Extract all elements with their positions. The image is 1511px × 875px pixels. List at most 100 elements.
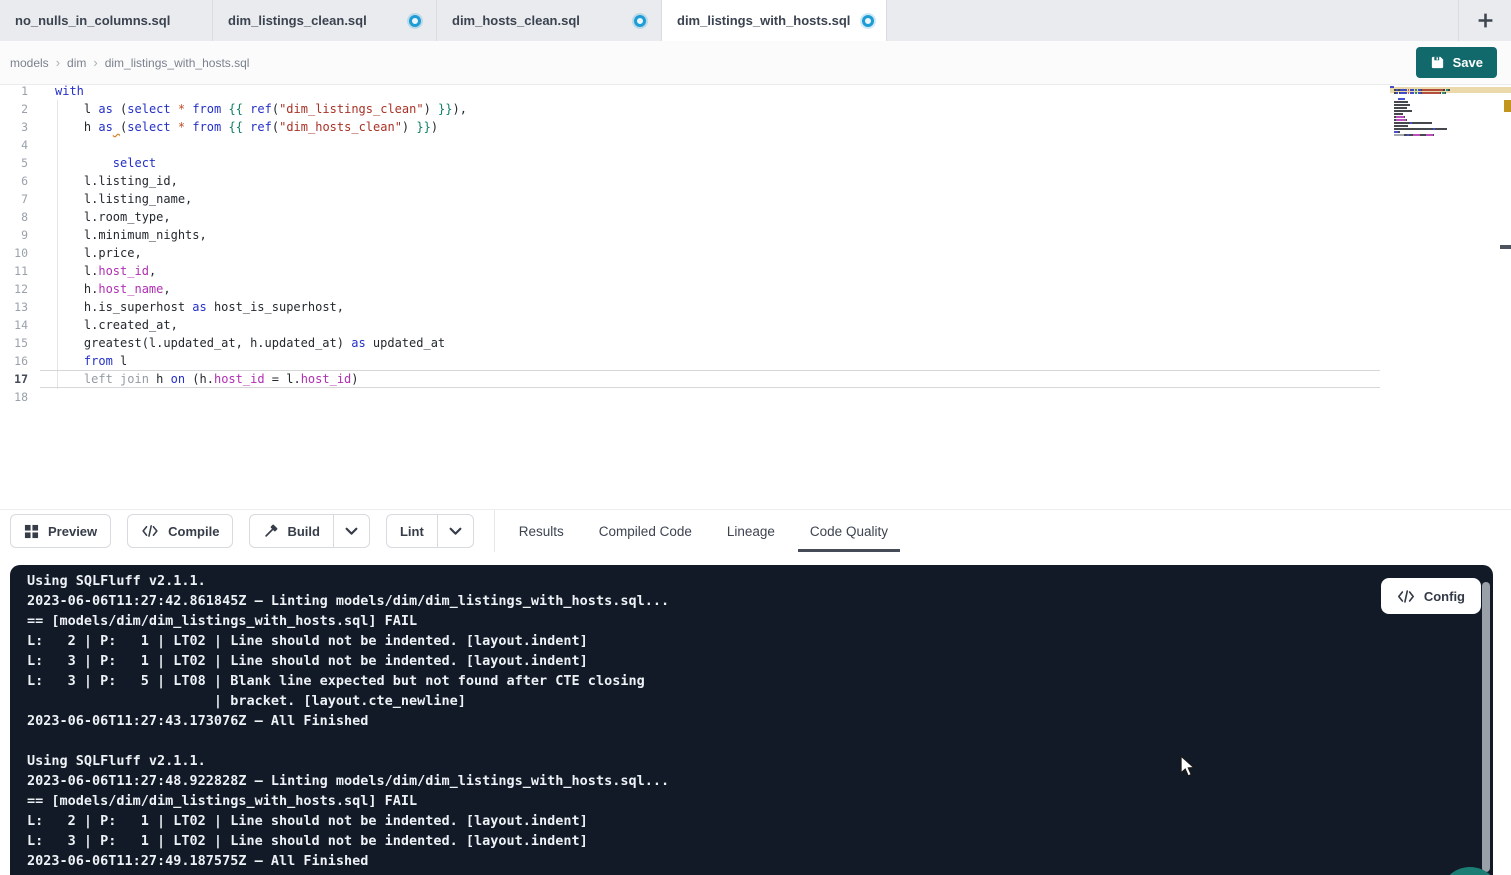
line-number: 9 <box>0 226 28 244</box>
line-number: 8 <box>0 208 28 226</box>
code-icon <box>141 525 159 537</box>
terminal-line: L: 2 | P: 1 | LT02 | Line should not be … <box>27 631 1493 651</box>
breadcrumb: models › dim › dim_listings_with_hosts.sql <box>10 41 249 84</box>
terminal-line: L: 3 | P: 1 | LT02 | Line should not be … <box>27 651 1493 671</box>
code-text <box>28 388 55 406</box>
code-line-6[interactable]: 6 l.listing_id, <box>0 172 1511 190</box>
breadcrumb-separator: › <box>56 55 60 70</box>
code-editor[interactable]: 1with2 l as (select * from {{ ref("dim_l… <box>0 85 1511 509</box>
line-number: 16 <box>0 352 28 370</box>
floppy-disk-icon <box>1430 55 1445 70</box>
panel-tab-label: Lineage <box>727 524 775 539</box>
editor-tab-dim_hosts_clean[interactable]: dim_hosts_clean.sql <box>437 0 662 41</box>
toolbar-button-compile[interactable]: Compile <box>127 514 233 548</box>
breadcrumb-segment[interactable]: dim_listings_with_hosts.sql <box>105 56 250 70</box>
line-number: 3 <box>0 118 28 136</box>
unsaved-changes-icon <box>409 15 421 27</box>
editor-scrollbar-marker <box>1500 245 1511 249</box>
minimap[interactable] <box>1390 85 1496 139</box>
config-button[interactable]: Config <box>1381 578 1481 614</box>
code-line-2[interactable]: 2 l as (select * from {{ ref("dim_listin… <box>0 100 1511 118</box>
line-number: 1 <box>0 82 28 100</box>
bottom-toolbar: Preview Compile Build Lint Results Compiled … <box>0 509 1511 552</box>
code-line-13[interactable]: 13 h.is_superhost as host_is_superhost, <box>0 298 1511 316</box>
button-label: Build <box>287 524 320 539</box>
code-icon <box>1397 590 1415 603</box>
code-text: l.host_id, <box>28 262 156 280</box>
hammer-icon <box>263 524 278 539</box>
line-number: 5 <box>0 154 28 172</box>
line-number: 7 <box>0 190 28 208</box>
editor-tab-dim_listings_clean[interactable]: dim_listings_clean.sql <box>213 0 437 41</box>
panel-tabs: Results Compiled Code Lineage Code Quality <box>517 510 890 552</box>
breadcrumb-segment[interactable]: models <box>10 56 49 70</box>
code-text: l.listing_name, <box>28 190 192 208</box>
build-dropdown-toggle[interactable] <box>333 515 369 547</box>
line-number: 13 <box>0 298 28 316</box>
editor-tab-no_nulls_in_columns[interactable]: no_nulls_in_columns.sql <box>0 0 213 41</box>
code-text: left join h on (h.host_id = l.host_id) <box>28 370 359 388</box>
toolbar-button-lint[interactable]: Lint <box>386 514 474 548</box>
code-line-18[interactable]: 18 <box>0 388 1511 406</box>
terminal-scrollbar[interactable] <box>1482 582 1490 872</box>
toolbar-button-build[interactable]: Build <box>249 514 370 548</box>
code-line-7[interactable]: 7 l.listing_name, <box>0 190 1511 208</box>
code-line-15[interactable]: 15 greatest(l.updated_at, h.updated_at) … <box>0 334 1511 352</box>
line-number: 15 <box>0 334 28 352</box>
tab-compiled-code[interactable]: Compiled Code <box>597 510 694 552</box>
code-line-17[interactable]: 17 left join h on (h.host_id = l.host_id… <box>0 370 1511 388</box>
code-text <box>28 136 55 154</box>
tab-code-quality[interactable]: Code Quality <box>808 510 890 552</box>
code-text: l.listing_id, <box>28 172 178 190</box>
code-text: h.host_name, <box>28 280 171 298</box>
code-text: from l <box>28 352 127 370</box>
line-number: 18 <box>0 388 28 406</box>
tab-lineage[interactable]: Lineage <box>725 510 777 552</box>
editor-tab-bar: no_nulls_in_columns.sqldim_listings_clea… <box>0 0 1511 42</box>
line-number: 14 <box>0 316 28 334</box>
save-button-label: Save <box>1453 55 1483 70</box>
code-text: l.created_at, <box>28 316 178 334</box>
code-line-4[interactable]: 4 <box>0 136 1511 154</box>
button-label: Lint <box>400 524 424 539</box>
code-line-16[interactable]: 16 from l <box>0 352 1511 370</box>
terminal-line: 2023-06-06T11:27:43.173076Z — All Finish… <box>27 711 1493 731</box>
code-line-1[interactable]: 1with <box>0 82 1511 100</box>
code-text: l.room_type, <box>28 208 171 226</box>
code-lines: 1with2 l as (select * from {{ ref("dim_l… <box>0 82 1511 406</box>
code-line-11[interactable]: 11 l.host_id, <box>0 262 1511 280</box>
button-label: Compile <box>168 524 219 539</box>
terminal-panel: Using SQLFluff v2.1.1.2023-06-06T11:27:4… <box>10 565 1493 875</box>
line-number: 17 <box>0 370 28 388</box>
code-line-9[interactable]: 9 l.minimum_nights, <box>0 226 1511 244</box>
code-line-8[interactable]: 8 l.room_type, <box>0 208 1511 226</box>
terminal-line: 2023-06-06T11:27:48.922828Z — Linting mo… <box>27 771 1493 791</box>
terminal-line: L: 3 | P: 1 | LT02 | Line should not be … <box>27 831 1493 851</box>
code-line-14[interactable]: 14 l.created_at, <box>0 316 1511 334</box>
panel-tab-label: Results <box>519 524 564 539</box>
code-line-10[interactable]: 10 l.price, <box>0 244 1511 262</box>
lint-dropdown-toggle[interactable] <box>437 515 473 547</box>
dbt-ide-window: no_nulls_in_columns.sqldim_listings_clea… <box>0 0 1511 875</box>
plus-icon <box>1477 12 1494 29</box>
new-tab-button[interactable] <box>1458 0 1511 41</box>
terminal-line: Using SQLFluff v2.1.1. <box>27 751 1493 771</box>
terminal-line: L: 3 | P: 5 | LT08 | Blank line expected… <box>27 671 1493 691</box>
button-label: Preview <box>48 524 97 539</box>
breadcrumb-separator: › <box>93 55 97 70</box>
line-number: 6 <box>0 172 28 190</box>
save-button[interactable]: Save <box>1416 47 1497 78</box>
breadcrumb-segment[interactable]: dim <box>67 56 86 70</box>
editor-tab-dim_listings_with_hosts[interactable]: dim_listings_with_hosts.sql <box>662 0 887 41</box>
terminal-line: 2023-06-06T11:27:42.861845Z — Linting mo… <box>27 591 1493 611</box>
tab-results[interactable]: Results <box>517 510 566 552</box>
code-line-12[interactable]: 12 h.host_name, <box>0 280 1511 298</box>
toolbar-button-preview[interactable]: Preview <box>10 514 111 548</box>
code-line-3[interactable]: 3 h as (select * from {{ ref("dim_hosts_… <box>0 118 1511 136</box>
chevron-down-icon <box>449 527 462 536</box>
lint-warning-squiggle <box>113 120 120 134</box>
code-line-5[interactable]: 5 select <box>0 154 1511 172</box>
terminal-output: Using SQLFluff v2.1.1.2023-06-06T11:27:4… <box>10 565 1493 871</box>
line-number: 12 <box>0 280 28 298</box>
terminal-line: Using SQLFluff v2.1.1. <box>27 571 1493 591</box>
